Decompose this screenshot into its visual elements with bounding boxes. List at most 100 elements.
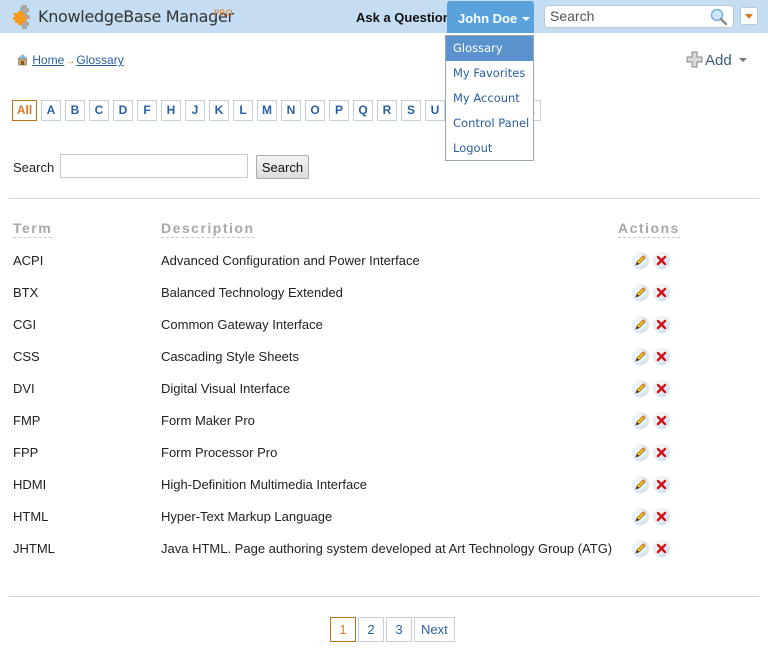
description-cell: Java HTML. Page authoring system develop… bbox=[161, 541, 613, 556]
caret-down-icon bbox=[745, 14, 753, 19]
table-row: FMP Form Maker Pro bbox=[0, 412, 768, 445]
chevron-down-icon bbox=[738, 58, 747, 62]
letter-r[interactable]: R bbox=[377, 100, 397, 121]
letter-a[interactable]: A bbox=[41, 100, 61, 121]
letter-k[interactable]: K bbox=[209, 100, 229, 121]
search-button[interactable]: Search bbox=[256, 155, 309, 179]
term-cell: DVI bbox=[13, 381, 35, 396]
letter-n[interactable]: N bbox=[281, 100, 301, 121]
breadcrumb-glossary-link[interactable]: Glossary bbox=[76, 53, 123, 67]
edit-button[interactable] bbox=[632, 412, 649, 429]
edit-button[interactable] bbox=[632, 348, 649, 365]
plus-icon bbox=[686, 51, 703, 68]
delete-button[interactable] bbox=[653, 348, 670, 365]
header-options-dropdown[interactable] bbox=[740, 7, 758, 25]
menu-item-glossary[interactable]: Glossary bbox=[446, 36, 533, 61]
description-cell: Common Gateway Interface bbox=[161, 317, 323, 332]
edit-button[interactable] bbox=[632, 284, 649, 301]
delete-button[interactable] bbox=[653, 540, 670, 557]
letter-h[interactable]: H bbox=[161, 100, 181, 121]
term-cell: ACPI bbox=[13, 253, 44, 268]
top-header: KnowledgeBase Manager PRO Ask a Question… bbox=[0, 0, 768, 33]
add-label: Add bbox=[705, 52, 732, 69]
description-cell: Hyper-Text Markup Language bbox=[161, 509, 333, 524]
table-row: BTX Balanced Technology Extended bbox=[0, 284, 768, 317]
edit-button[interactable] bbox=[632, 508, 649, 525]
menu-item-logout[interactable]: Logout bbox=[446, 136, 533, 161]
letter-all[interactable]: All bbox=[12, 100, 37, 121]
edit-button[interactable] bbox=[632, 540, 649, 557]
table-row: FPP Form Processor Pro bbox=[0, 444, 768, 477]
page-1[interactable]: 1 bbox=[330, 617, 356, 642]
edit-button[interactable] bbox=[632, 444, 649, 461]
page-3[interactable]: 3 bbox=[386, 617, 412, 642]
menu-item-control-panel[interactable]: Control Panel bbox=[446, 111, 533, 136]
puzzle-logo-icon bbox=[13, 5, 30, 29]
glossary-search-input[interactable] bbox=[60, 154, 248, 178]
term-cell: CGI bbox=[13, 317, 37, 332]
letter-f[interactable]: F bbox=[137, 100, 157, 121]
add-button[interactable]: Add bbox=[686, 51, 747, 69]
delete-button[interactable] bbox=[653, 412, 670, 429]
letter-p[interactable]: P bbox=[329, 100, 349, 121]
edit-button[interactable] bbox=[632, 476, 649, 493]
table-row: HTML Hyper-Text Markup Language bbox=[0, 508, 768, 541]
table-row: ACPI Advanced Configuration and Power Int… bbox=[0, 252, 768, 285]
delete-button[interactable] bbox=[653, 380, 670, 397]
delete-button[interactable] bbox=[653, 508, 670, 525]
description-cell: Cascading Style Sheets bbox=[161, 349, 300, 364]
edit-button[interactable] bbox=[632, 316, 649, 333]
page-2[interactable]: 2 bbox=[358, 617, 384, 642]
edit-button[interactable] bbox=[632, 252, 649, 269]
term-cell: JHTML bbox=[13, 541, 55, 556]
letter-d[interactable]: D bbox=[113, 100, 133, 121]
breadcrumb-home-link[interactable]: Home bbox=[32, 53, 64, 67]
chevron-down-icon bbox=[522, 17, 531, 21]
description-cell: Advanced Configuration and Power Interfa… bbox=[161, 253, 420, 268]
header-search-input[interactable] bbox=[545, 6, 705, 26]
delete-button[interactable] bbox=[653, 444, 670, 461]
letter-q[interactable]: Q bbox=[353, 100, 373, 121]
letter-o[interactable]: O bbox=[305, 100, 325, 121]
letter-b[interactable]: B bbox=[65, 100, 85, 121]
column-header-term: Term bbox=[13, 220, 53, 238]
term-cell: FMP bbox=[13, 413, 41, 428]
pagination: 1 2 3 Next bbox=[330, 617, 455, 642]
table-row: DVI Digital Visual Interface bbox=[0, 380, 768, 413]
description-cell: Form Maker Pro bbox=[161, 413, 255, 428]
search-icon[interactable] bbox=[710, 8, 728, 26]
header-search bbox=[544, 5, 734, 28]
delete-button[interactable] bbox=[653, 284, 670, 301]
letter-m[interactable]: M bbox=[257, 100, 277, 121]
menu-item-my-favorites[interactable]: My Favorites bbox=[446, 61, 533, 86]
letter-c[interactable]: C bbox=[89, 100, 109, 121]
user-dropdown-menu: Glossary My Favorites My Account Control… bbox=[445, 35, 534, 161]
table-row: HDMI High-Definition Multimedia Interface bbox=[0, 476, 768, 509]
letter-l[interactable]: L bbox=[233, 100, 253, 121]
column-header-description: Description bbox=[161, 220, 255, 238]
description-cell: Balanced Technology Extended bbox=[161, 285, 343, 300]
letter-u[interactable]: U bbox=[425, 100, 445, 121]
letter-s[interactable]: S bbox=[401, 100, 421, 121]
ask-question-link[interactable]: Ask a Question bbox=[356, 10, 451, 25]
delete-button[interactable] bbox=[653, 252, 670, 269]
menu-item-my-account[interactable]: My Account bbox=[446, 86, 533, 111]
next-page-button[interactable]: Next bbox=[414, 617, 455, 642]
description-cell: Form Processor Pro bbox=[161, 445, 278, 460]
term-cell: HDMI bbox=[13, 477, 47, 492]
edit-button[interactable] bbox=[632, 380, 649, 397]
divider bbox=[9, 198, 759, 199]
delete-button[interactable] bbox=[653, 316, 670, 333]
home-icon bbox=[17, 54, 28, 66]
term-cell: FPP bbox=[13, 445, 39, 460]
delete-button[interactable] bbox=[653, 476, 670, 493]
table-row: JHTML Java HTML. Page authoring system de… bbox=[0, 540, 768, 573]
breadcrumb-separator: → bbox=[65, 56, 76, 67]
search-label: Search bbox=[13, 160, 55, 175]
description-cell: High-Definition Multimedia Interface bbox=[161, 477, 367, 492]
letter-j[interactable]: J bbox=[185, 100, 205, 121]
term-cell: BTX bbox=[13, 285, 39, 300]
pro-badge: PRO bbox=[214, 9, 233, 19]
table-row: CGI Common Gateway Interface bbox=[0, 316, 768, 349]
user-menu-button[interactable]: John Doe bbox=[447, 1, 534, 33]
